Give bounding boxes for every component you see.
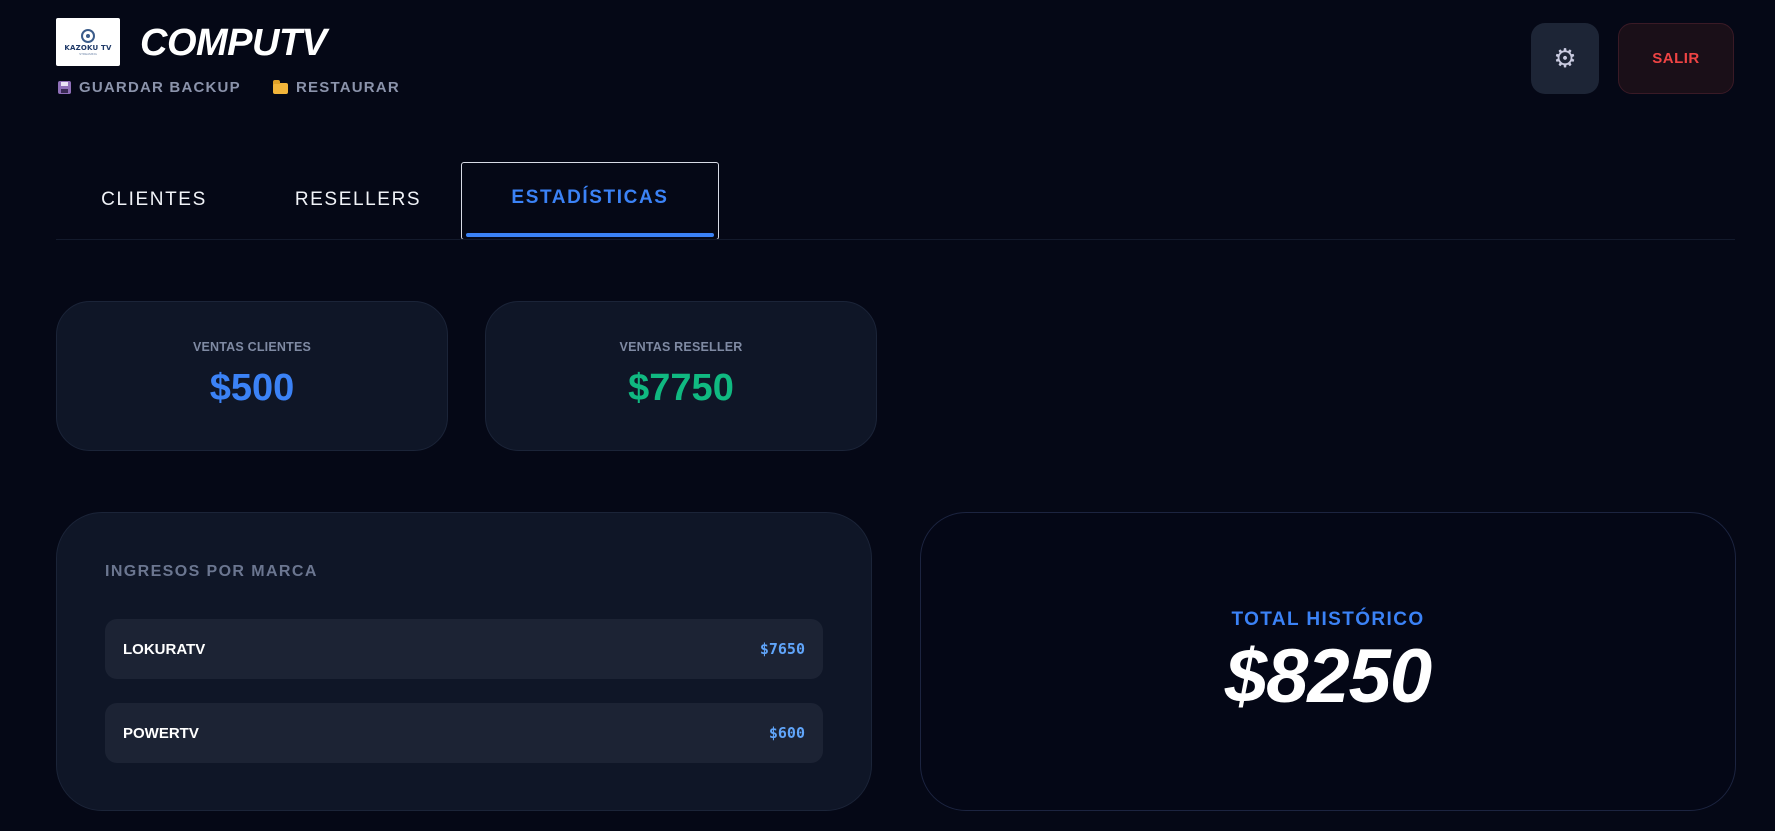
tab-resellers[interactable]: RESELLERS: [284, 162, 432, 238]
tab-estadisticas[interactable]: ESTADÍSTICAS: [461, 162, 719, 240]
logo-subtext: STREAMING: [79, 51, 97, 56]
brand-amount: $7650: [759, 640, 805, 658]
floppy-disk-icon: [58, 81, 71, 94]
logo-text: KAZOKU TV: [64, 43, 112, 52]
ventas-clientes-label: VENTAS CLIENTES: [192, 340, 312, 354]
save-backup-button[interactable]: GUARDAR BACKUP: [58, 79, 241, 96]
brand-name: POWERTV: [123, 724, 199, 742]
panel-title: INGRESOS POR MARCA: [105, 563, 318, 580]
logout-button[interactable]: SALIR: [1618, 23, 1734, 94]
active-tab-indicator: [466, 233, 714, 237]
logo-emblem-icon: [81, 28, 95, 43]
gear-icon: ⚙: [1553, 43, 1577, 74]
list-item: LOKURATV $7650: [105, 619, 823, 679]
total-historico-label: TOTAL HISTÓRICO: [1231, 609, 1425, 630]
brand-name: LOKURATV: [123, 640, 206, 658]
ventas-reseller-label: VENTAS RESELLER: [619, 340, 743, 354]
folder-icon: [273, 80, 288, 94]
total-historico-panel: TOTAL HISTÓRICO $8250: [920, 512, 1736, 811]
ventas-clientes-value: $500: [209, 367, 295, 409]
ventas-clientes-card: VENTAS CLIENTES $500: [56, 301, 448, 451]
ingresos-por-marca-panel: INGRESOS POR MARCA LOKURATV $7650 POWERT…: [56, 512, 872, 811]
total-historico-value: $8250: [1224, 634, 1432, 719]
app-logo: KAZOKU TV STREAMING: [56, 18, 120, 66]
ventas-reseller-card: VENTAS RESELLER $7750: [485, 301, 877, 451]
save-backup-label: GUARDAR BACKUP: [79, 79, 241, 96]
ventas-reseller-value: $7750: [628, 367, 734, 409]
tab-estadisticas-label: ESTADÍSTICAS: [511, 187, 669, 208]
settings-button[interactable]: ⚙: [1531, 23, 1599, 94]
brand-amount: $600: [768, 724, 805, 742]
tabs-divider: [56, 239, 1735, 240]
brand-title: COMPUTV: [140, 22, 327, 64]
app-page: KAZOKU TV STREAMING COMPUTV GUARDAR BACK…: [0, 0, 1775, 831]
tab-clientes[interactable]: CLIENTES: [90, 162, 218, 238]
restore-button[interactable]: RESTAURAR: [273, 79, 400, 96]
list-item: POWERTV $600: [105, 703, 823, 763]
restore-label: RESTAURAR: [296, 79, 400, 96]
